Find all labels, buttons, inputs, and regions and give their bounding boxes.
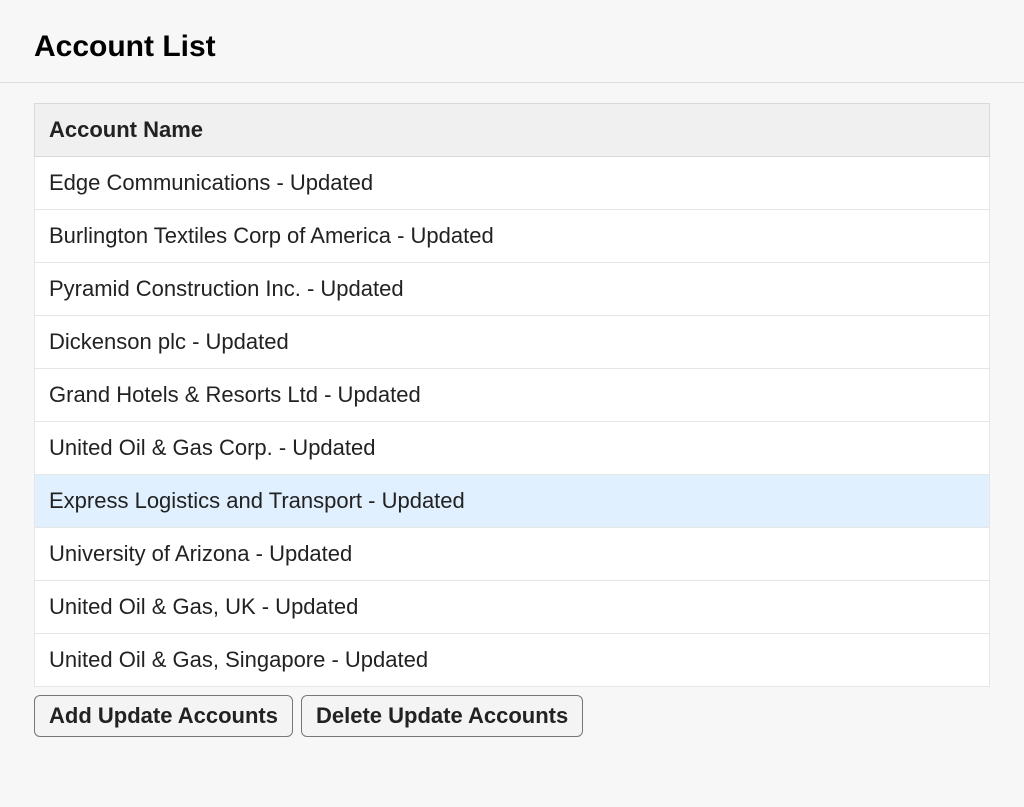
delete-update-accounts-button[interactable]: Delete Update Accounts (301, 695, 583, 737)
account-name-cell: Edge Communications - Updated (35, 157, 990, 210)
table-row[interactable]: United Oil & Gas, UK - Updated (35, 581, 990, 634)
account-name-cell: United Oil & Gas, UK - Updated (35, 581, 990, 634)
add-update-accounts-button[interactable]: Add Update Accounts (34, 695, 293, 737)
table-row[interactable]: Edge Communications - Updated (35, 157, 990, 210)
account-name-cell: United Oil & Gas Corp. - Updated (35, 422, 990, 475)
accounts-table: Account Name Edge Communications - Updat… (34, 103, 990, 687)
accounts-table-body: Edge Communications - UpdatedBurlington … (35, 157, 990, 687)
table-row[interactable]: University of Arizona - Updated (35, 528, 990, 581)
table-row[interactable]: Pyramid Construction Inc. - Updated (35, 263, 990, 316)
table-row[interactable]: United Oil & Gas, Singapore - Updated (35, 634, 990, 687)
table-row[interactable]: Dickenson plc - Updated (35, 316, 990, 369)
button-row: Add Update Accounts Delete Update Accoun… (34, 695, 990, 737)
account-name-cell: United Oil & Gas, Singapore - Updated (35, 634, 990, 687)
table-row[interactable]: Grand Hotels & Resorts Ltd - Updated (35, 369, 990, 422)
account-name-cell: Dickenson plc - Updated (35, 316, 990, 369)
content-area: Account Name Edge Communications - Updat… (0, 83, 1024, 737)
page-title: Account List (0, 0, 1024, 82)
column-header-account-name[interactable]: Account Name (35, 104, 990, 157)
account-name-cell: University of Arizona - Updated (35, 528, 990, 581)
table-row[interactable]: Express Logistics and Transport - Update… (35, 475, 990, 528)
table-row[interactable]: Burlington Textiles Corp of America - Up… (35, 210, 990, 263)
table-row[interactable]: United Oil & Gas Corp. - Updated (35, 422, 990, 475)
account-name-cell: Burlington Textiles Corp of America - Up… (35, 210, 990, 263)
account-name-cell: Grand Hotels & Resorts Ltd - Updated (35, 369, 990, 422)
account-name-cell: Pyramid Construction Inc. - Updated (35, 263, 990, 316)
account-name-cell: Express Logistics and Transport - Update… (35, 475, 990, 528)
